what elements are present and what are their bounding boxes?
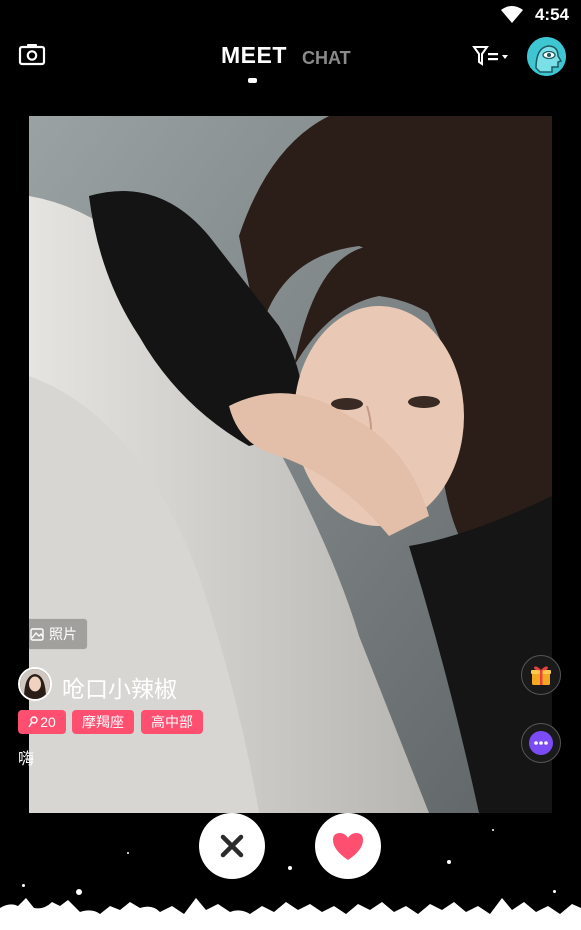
filter-icon[interactable]	[472, 44, 510, 68]
zodiac-tag: 摩羯座	[72, 710, 134, 734]
snow-particle	[127, 852, 129, 854]
tab-meet[interactable]: MEET	[221, 42, 287, 69]
username: 呛口小辣椒	[62, 676, 177, 702]
profile-photo-card[interactable]: 照片	[29, 116, 552, 813]
dislike-button[interactable]	[199, 813, 265, 879]
photos-label: 照片	[49, 626, 77, 642]
active-tab-indicator	[248, 78, 257, 83]
like-button[interactable]	[315, 813, 381, 879]
status-time: 4:54	[534, 5, 569, 24]
gift-button[interactable]	[521, 655, 561, 695]
photo-gallery-icon	[30, 628, 44, 641]
snow-particle	[492, 829, 494, 831]
snow-particle	[288, 866, 292, 870]
gift-icon	[531, 666, 551, 685]
snow-particle	[76, 889, 82, 895]
heart-icon	[333, 833, 363, 860]
photos-button[interactable]: 照片	[29, 618, 88, 650]
chat-button[interactable]	[521, 723, 561, 763]
age-tag: 20	[18, 710, 66, 734]
tab-chat[interactable]: CHAT	[302, 48, 351, 69]
camera-icon[interactable]	[18, 42, 46, 66]
snow-particle	[447, 860, 451, 864]
education-tag: 高中部	[141, 710, 203, 734]
female-icon	[28, 716, 38, 728]
snow-particle	[22, 884, 25, 887]
snow-particle	[553, 890, 556, 893]
close-icon	[220, 834, 244, 858]
eye-head-avatar-icon	[527, 37, 566, 76]
bio-text: 嗨	[18, 751, 35, 768]
user-avatar-image	[20, 669, 50, 699]
wifi-icon	[501, 6, 523, 23]
chat-bubble-icon	[529, 731, 553, 755]
profile-photo	[29, 116, 552, 813]
age-value: 20	[40, 714, 56, 730]
user-avatar[interactable]	[18, 667, 52, 701]
snow-ground-decoration	[0, 898, 581, 930]
profile-avatar[interactable]	[527, 37, 566, 76]
